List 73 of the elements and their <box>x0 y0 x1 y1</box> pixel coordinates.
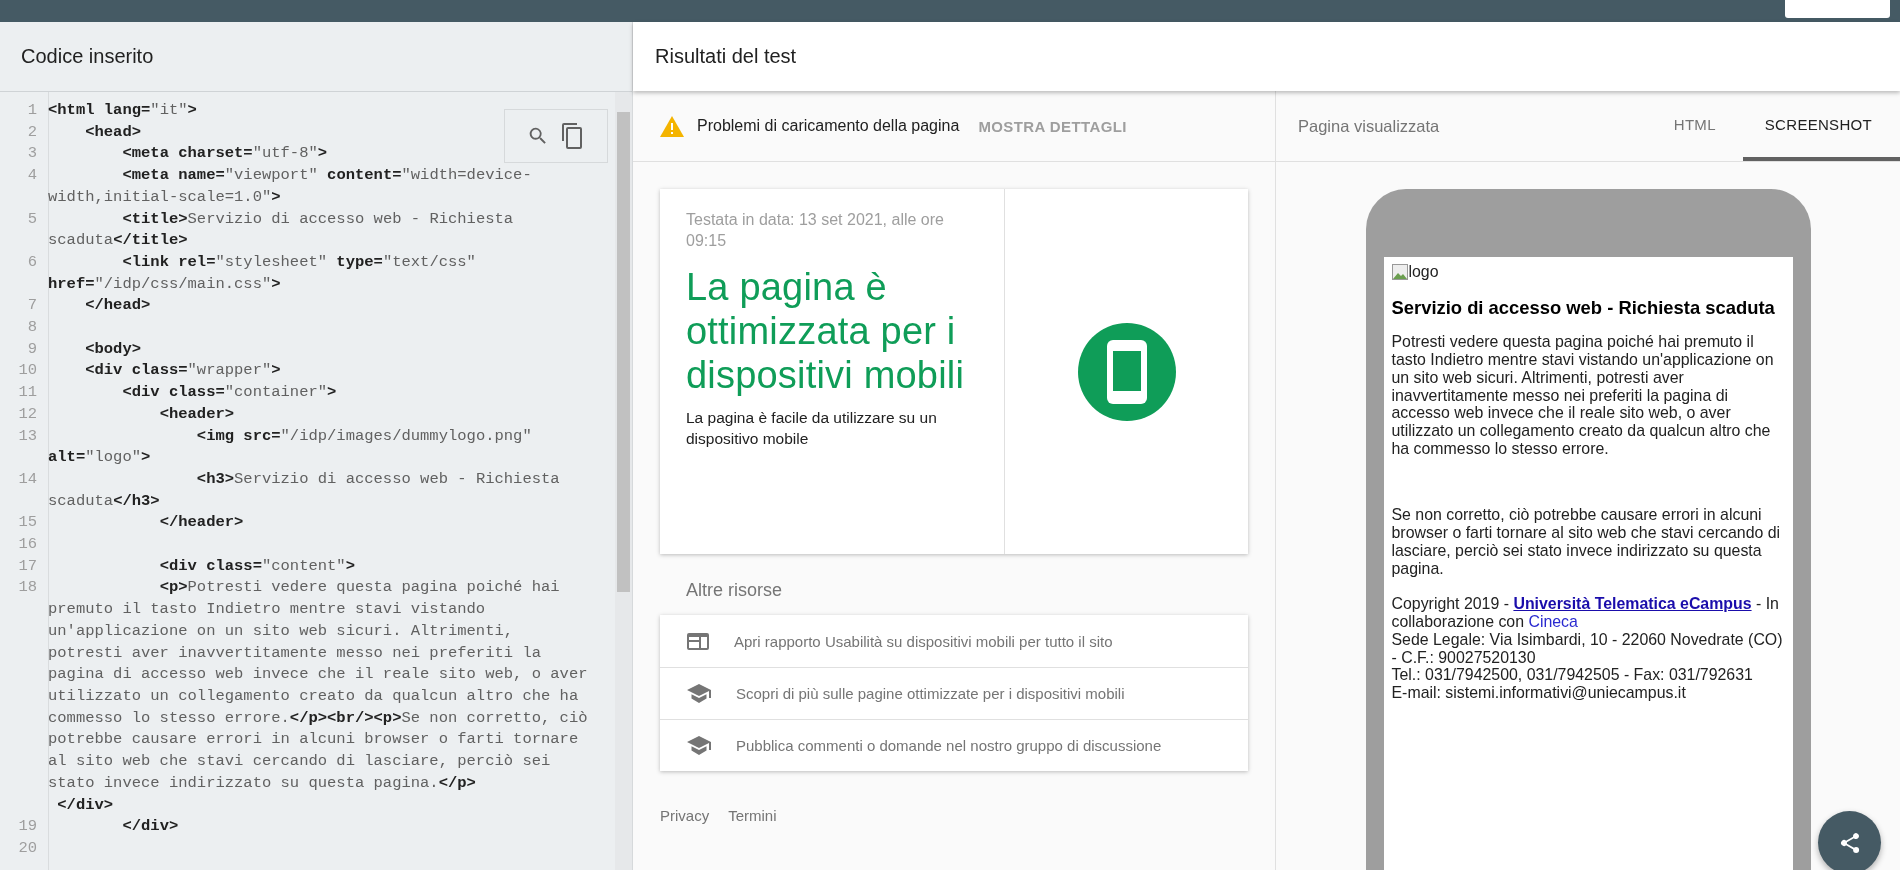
code-line: </head> <box>84 296 151 315</box>
footer-link[interactable]: Privacy <box>660 807 710 824</box>
partner-link[interactable]: Cineca <box>1528 612 1578 630</box>
panel-title: Codice inserito <box>21 45 154 68</box>
graduation-cap-icon <box>687 684 711 703</box>
contact-info: E-mail: sistemi.informativi@uniecampus.it <box>1391 684 1687 703</box>
code-line: </div> <box>121 817 179 836</box>
section-title: Altre risorse <box>686 580 784 601</box>
line-number: 2 <box>27 122 37 141</box>
line-number: 13 <box>18 426 37 445</box>
line-number: 15 <box>18 513 37 532</box>
graduation-cap-icon <box>687 736 711 755</box>
contact-info: Sede Legale: Via Isimbardi, 10 - 22060 Novedrate (CO) - C.F.: 90027520130 <box>1391 630 1784 667</box>
code-line: <link rel="stylesheet" type="text/css" href="/idp/css/main.css"> <box>48 252 477 293</box>
code-line: <head> <box>84 122 142 141</box>
page-heading: Servizio di accesso web - Richiesta scaduta <box>1391 298 1776 317</box>
page-paragraph: Se non corretto, ciò potrebbe causare errori in alcuni browser o farti tornare al sito web che stavi cercando di lasciare, perciò sei stato invece indirizzato su questa pagina. <box>1391 506 1782 578</box>
code-line: <html lang="it"> <box>48 101 197 119</box>
scrollbar[interactable] <box>615 92 632 870</box>
code-line: <header> <box>158 404 235 423</box>
line-number: 4 <box>27 166 37 185</box>
line-number: 11 <box>18 383 37 402</box>
line-number: 14 <box>18 469 37 488</box>
image-alt-text: logo <box>1408 263 1439 281</box>
result-headline: La pagina è ottimizzata per i dispositivi mobili <box>686 265 966 397</box>
page-paragraph: Potresti vedere questa pagina poiché hai premuto il tasto Indietro mentre stavi vistando un'applicazione on un sito web sicuri. Altrimenti, potresti aver inavvertitamente messo nei preferiti la pagina di accesso web invece che il reale sito web, o aver utilizzato un collegamento creato da qualcun altro che ha commesso lo stesso errore. <box>1391 332 1775 459</box>
code-line: </div> <box>56 795 114 814</box>
layout-icon <box>687 632 709 650</box>
code-line: <body> <box>84 339 142 358</box>
resource-link[interactable]: Scopri di più sulle pagine ottimizzate per i dispositivi mobili <box>660 667 1248 719</box>
copyright-text: Copyright 2019 - Università Telematica eCampus - In collaborazione con Cineca <box>1391 594 1780 631</box>
code-line: <div class="content"> <box>158 556 355 575</box>
code-line: <p>Potresti vedere questa pagina poiché hai premuto il tasto Indietro mentre stavi vistando un'applicazione on un sito web sicuri. Altrimenti, potresti aver inavvertitamente messo nei preferiti la pagina di accesso web invece che il reale sito web, o aver utilizzato un collegamento creato da qualcun altro che ha commesso lo stesso errore.</p><br/><p>Se non corretto, ciò potrebbe causare errori in alcuni browser o farti tornare al sito web che stavi cercando di lasciare, perciò sei stato invece indirizzato su questa pagina.</p> <box>48 578 589 792</box>
line-number: 16 <box>18 535 37 554</box>
line-number: 12 <box>18 404 37 423</box>
warning-message: Problemi di caricamento della pagina <box>697 117 960 135</box>
line-number: 8 <box>27 318 37 337</box>
line-number: 1 <box>27 101 37 119</box>
contact-info: Tel.: 031/7942500, 031/7942505 - Fax: 031/792631 <box>1391 666 1754 685</box>
code-line: <meta charset="utf-8"> <box>121 144 328 163</box>
line-number: 10 <box>18 361 37 380</box>
share-button[interactable] <box>1818 811 1881 870</box>
tab[interactable]: HTML <box>1646 91 1743 161</box>
line-number: 19 <box>18 817 37 836</box>
resource-link[interactable]: Pubblica commenti o domande nel nostro gruppo di discussione <box>660 719 1248 771</box>
resource-link[interactable]: Apri rapporto Usabilità su dispositivi mobili per tutto il sito <box>660 615 1248 667</box>
line-number: 9 <box>27 339 37 358</box>
details-button[interactable]: MOSTRA DETTAGLI <box>978 113 1127 139</box>
panel-title: Risultati del test <box>655 45 797 68</box>
code-line: <div class="wrapper"> <box>84 361 281 380</box>
line-number: 3 <box>27 144 37 163</box>
code-line: <img src="/idp/images/dummylogo.png" alt="logo"> <box>48 426 533 467</box>
university-link[interactable]: Università Telematica eCampus <box>1513 594 1752 612</box>
tab[interactable]: SCREENSHOT <box>1742 91 1900 161</box>
warning-icon <box>660 115 684 137</box>
code-line: <meta name="viewport" content="width=device-width,initial-scale=1.0"> <box>48 166 532 206</box>
line-number: 5 <box>27 209 37 228</box>
copy-icon[interactable] <box>561 123 585 149</box>
line-number: 6 <box>27 252 37 271</box>
code-line: </header> <box>158 513 244 532</box>
broken-image-icon <box>1391 263 1408 280</box>
search-icon[interactable] <box>527 125 549 147</box>
pane-title: Pagina visualizzata <box>1297 116 1441 136</box>
footer-link[interactable]: Termini <box>728 807 777 824</box>
line-number: 18 <box>18 578 37 597</box>
code-line: <div class="container"> <box>121 383 337 402</box>
line-number: 20 <box>18 838 37 857</box>
test-date: Testata in data: 13 set 2021, alle ore 09:15 <box>686 210 945 251</box>
line-number: 17 <box>18 556 37 575</box>
line-number: 7 <box>27 296 37 315</box>
code-line: <h3>Servizio di accesso web - Richiesta scaduta</h3> <box>48 469 561 510</box>
result-description: La pagina è facile da utilizzare su un dispositivo mobile <box>686 408 938 449</box>
smartphone-icon <box>1077 322 1176 421</box>
